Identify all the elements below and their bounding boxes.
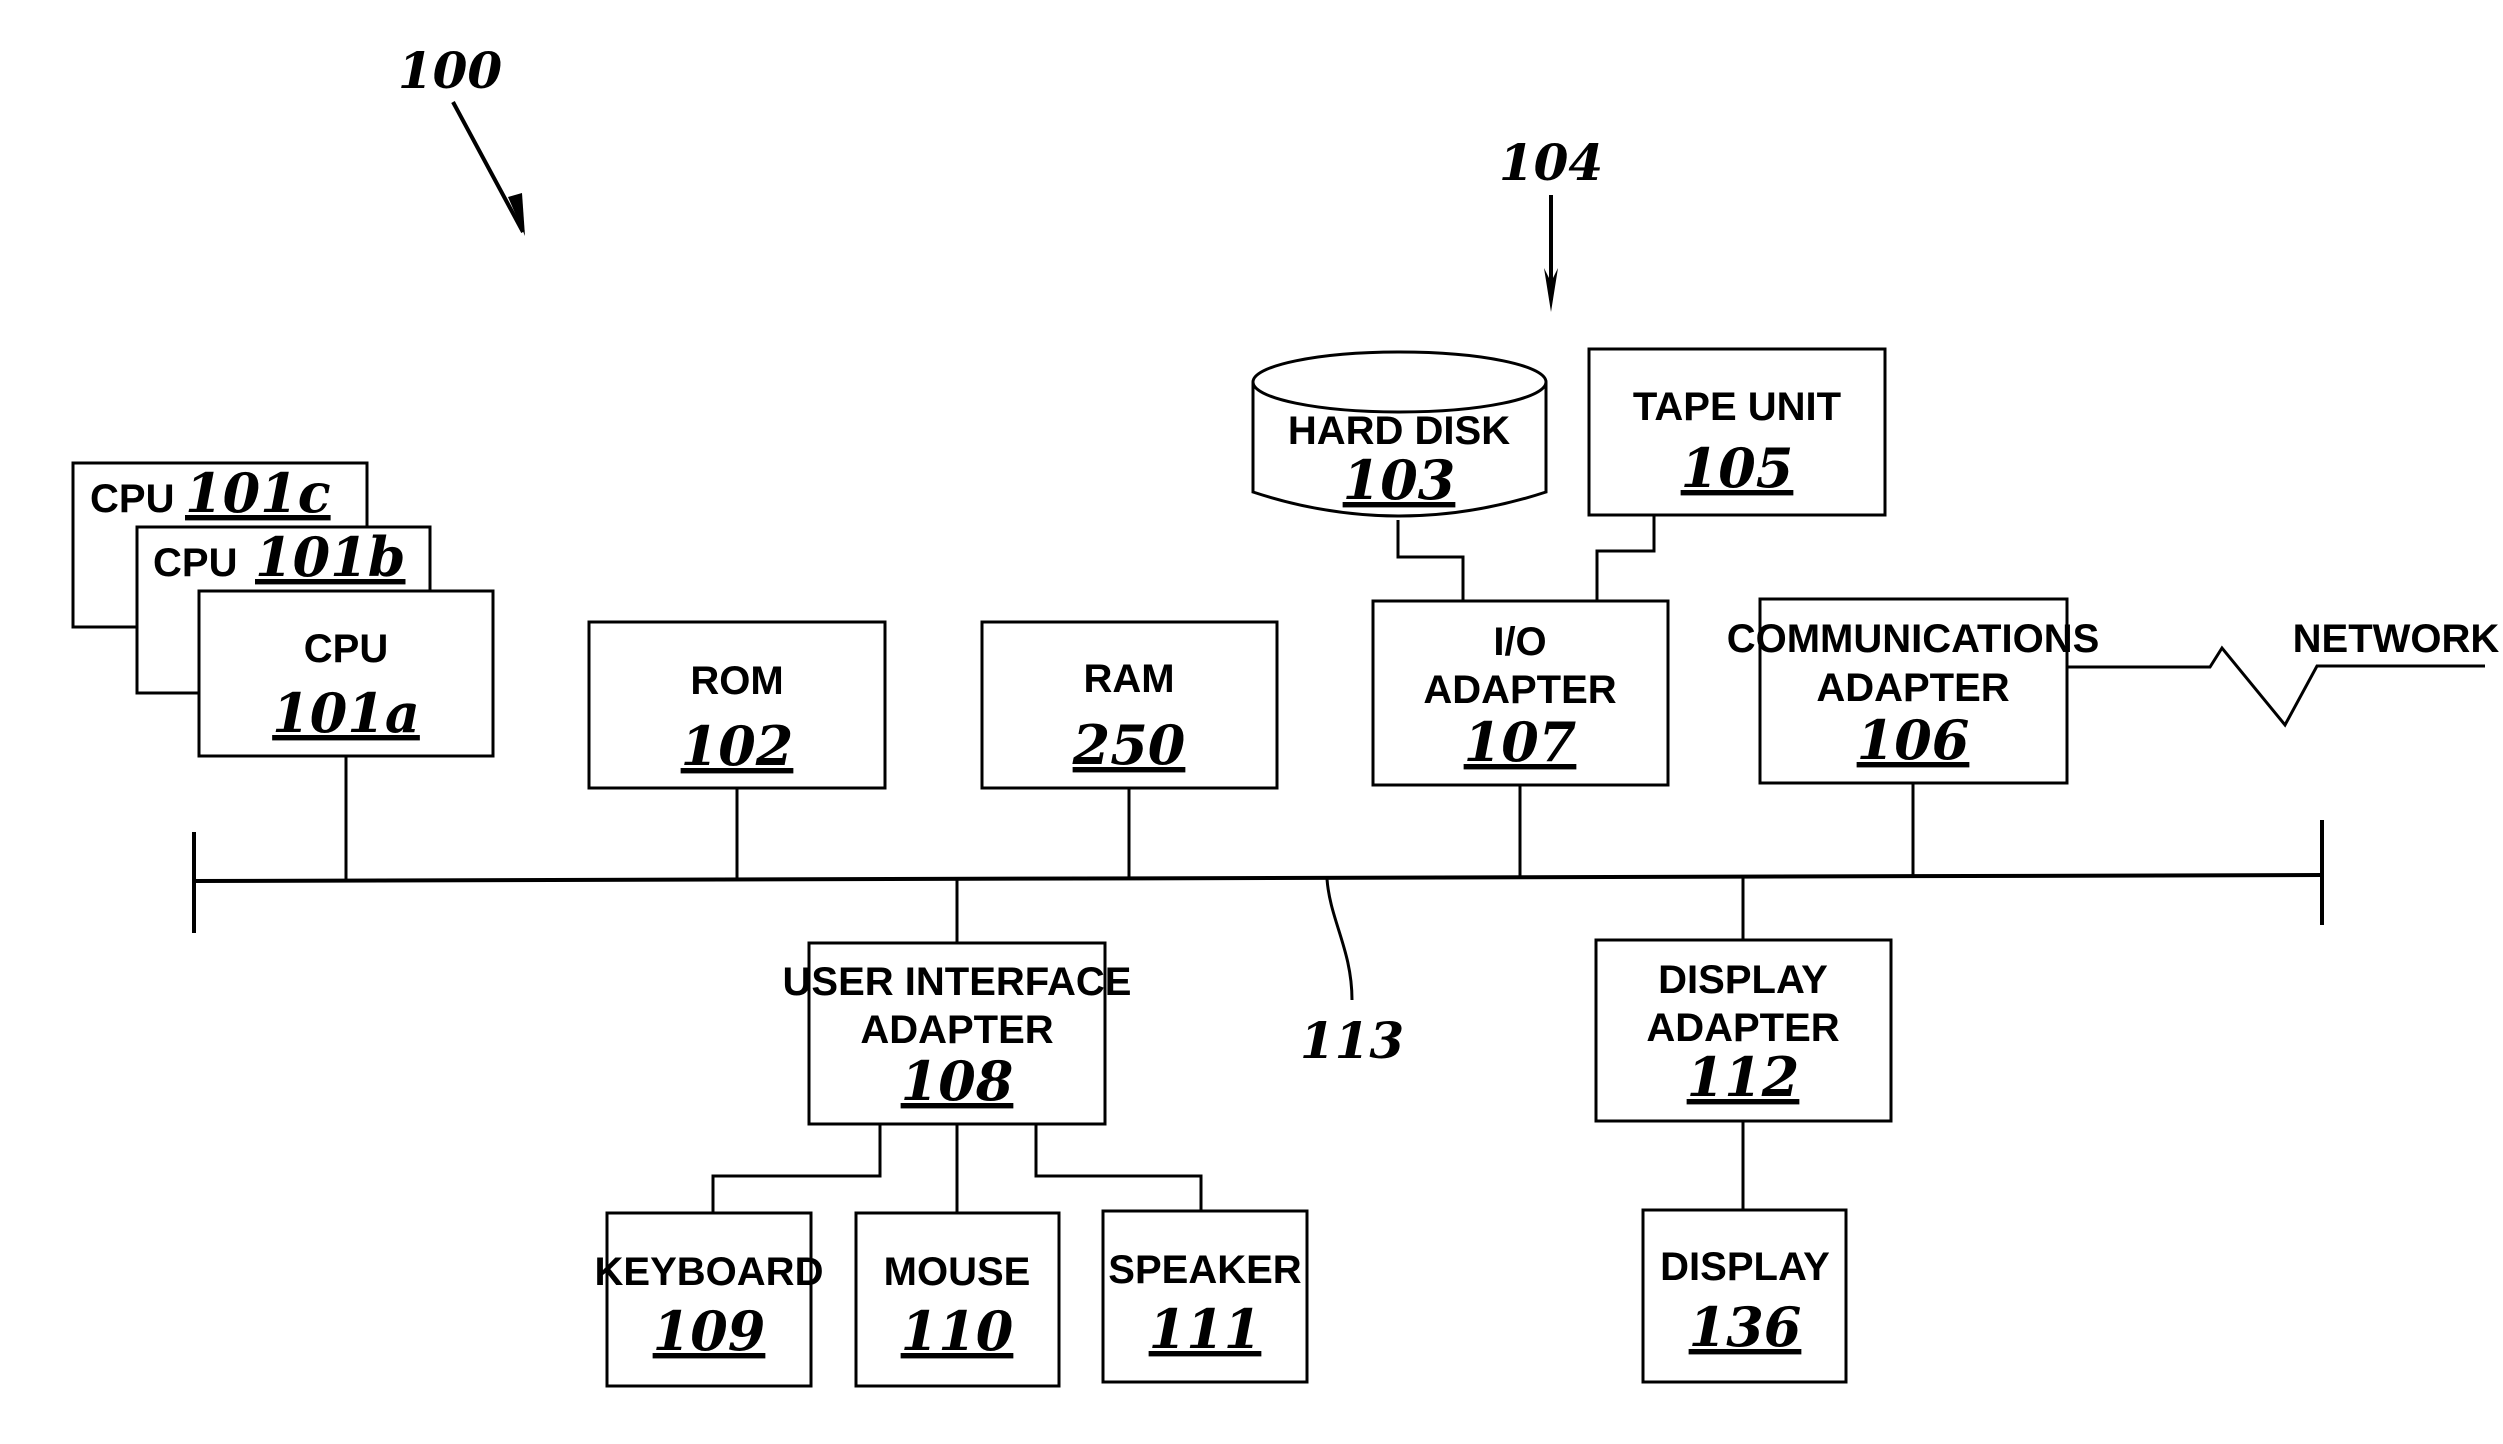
display-adapter-label-line2: ADAPTER bbox=[1646, 1006, 1839, 1050]
hard-disk-label: HARD DISK bbox=[1288, 409, 1510, 453]
keyboard-connector bbox=[711, 1124, 882, 1213]
keyboard-label: KEYBOARD bbox=[595, 1250, 824, 1294]
ram-ref: 250 bbox=[1072, 713, 1186, 777]
system-ref-label: 100 bbox=[398, 41, 503, 100]
keyboard-box: KEYBOARD 109 bbox=[595, 1211, 824, 1388]
ram-box: RAM 250 bbox=[980, 620, 1279, 790]
speaker-connector bbox=[1034, 1124, 1203, 1211]
io-adapter-box: I/O ADAPTER 107 bbox=[1371, 599, 1670, 787]
tape-unit-box: TAPE UNIT 105 bbox=[1587, 347, 1887, 517]
io-adapter-label-line1: I/O bbox=[1493, 620, 1546, 664]
display-adapter-box: DISPLAY ADAPTER 112 bbox=[1594, 938, 1893, 1123]
speaker-label: SPEAKER bbox=[1108, 1248, 1301, 1292]
comms-adapter-label-line2: ADAPTER bbox=[1816, 666, 2009, 710]
tape-io-connector bbox=[1595, 515, 1656, 601]
ui-adapter-label-line2: ADAPTER bbox=[860, 1008, 1053, 1052]
speaker-box: SPEAKER 111 bbox=[1101, 1209, 1309, 1384]
system-bus bbox=[193, 873, 2323, 883]
mouse-ref: 110 bbox=[901, 1299, 1014, 1363]
rom-box: ROM 102 bbox=[587, 620, 887, 790]
cpu-101b-label: CPU bbox=[153, 541, 237, 585]
mouse-label: MOUSE bbox=[884, 1250, 1031, 1294]
rom-ref: 102 bbox=[681, 714, 794, 778]
mouse-box: MOUSE 110 bbox=[854, 1211, 1061, 1388]
display-ref: 136 bbox=[1689, 1295, 1802, 1359]
comms-adapter-label-line1: COMMUNICATIONS bbox=[1727, 617, 2100, 661]
hard-disk-io-connector bbox=[1396, 520, 1465, 601]
cpu-101a-ref: 101a bbox=[272, 681, 420, 745]
keyboard-ref: 109 bbox=[653, 1299, 766, 1363]
hard-disk-ref: 103 bbox=[1343, 448, 1456, 512]
system-ref-arrow bbox=[451, 101, 525, 233]
display-label: DISPLAY bbox=[1660, 1245, 1830, 1289]
display-adapter-ref: 112 bbox=[1687, 1045, 1800, 1109]
display-adapter-label-line1: DISPLAY bbox=[1658, 958, 1828, 1002]
storage-ref-label: 104 bbox=[1499, 133, 1603, 192]
comms-adapter-box: COMMUNICATIONS ADAPTER 106 bbox=[1727, 597, 2100, 785]
cpu-101a-label: CPU bbox=[304, 627, 388, 671]
display-box: DISPLAY 136 bbox=[1641, 1208, 1848, 1384]
bus-ref-leader bbox=[1325, 878, 1354, 1001]
tape-unit-ref: 105 bbox=[1681, 436, 1794, 500]
network-label: NETWORK bbox=[2293, 617, 2500, 661]
cpu-101c-label: CPU bbox=[90, 477, 174, 521]
hard-disk-cylinder: HARD DISK 103 bbox=[1251, 350, 1548, 518]
ui-adapter-ref: 108 bbox=[901, 1049, 1014, 1113]
comms-adapter-ref: 106 bbox=[1857, 708, 1970, 772]
tape-unit-label: TAPE UNIT bbox=[1633, 385, 1841, 429]
cpu-101a-box: CPU 101a bbox=[197, 589, 495, 758]
cpu-101b-ref: 101b bbox=[255, 525, 405, 589]
io-adapter-label-line2: ADAPTER bbox=[1423, 668, 1616, 712]
rom-label: ROM bbox=[690, 659, 783, 703]
block-diagram: 100 104 CPU 101c CPU 101b CPU 101a ROM 1… bbox=[71, 41, 2500, 1388]
ui-adapter-box: USER INTERFACE ADAPTER 108 bbox=[783, 941, 1132, 1126]
bus-ref-label: 113 bbox=[1300, 1011, 1404, 1070]
ram-label: RAM bbox=[1083, 657, 1174, 701]
system-ref-arrowhead bbox=[508, 193, 525, 236]
cpu-101c-ref: 101c bbox=[185, 461, 331, 525]
ui-adapter-label-line1: USER INTERFACE bbox=[783, 960, 1132, 1004]
io-adapter-ref: 107 bbox=[1464, 710, 1577, 774]
speaker-ref: 111 bbox=[1149, 1297, 1262, 1361]
